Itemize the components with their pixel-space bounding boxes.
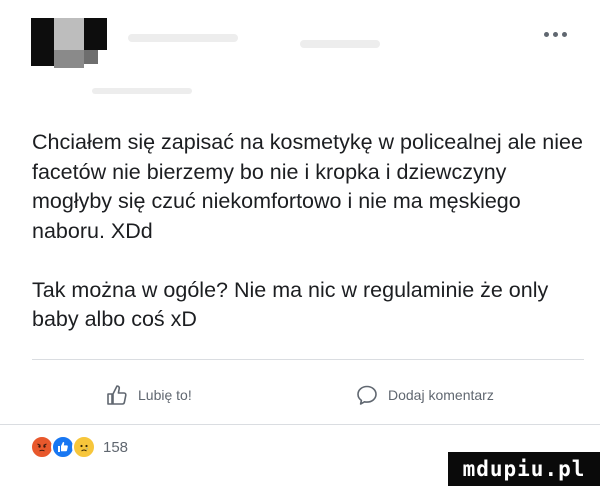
- post-header: [0, 0, 600, 110]
- more-dot: [543, 31, 549, 37]
- comment-label: Dodaj komentarz: [388, 387, 494, 403]
- reactions-summary[interactable]: 158: [30, 435, 128, 459]
- watermark-logo: mdupiu.pl: [448, 452, 600, 486]
- author-name-blurred: [300, 40, 380, 48]
- post-text: Chciałem się zapisać na kosmetykę w poli…: [32, 130, 583, 331]
- avatar-block: [54, 18, 84, 50]
- avatar-block: [84, 18, 107, 50]
- comment-bubble-icon: [356, 384, 378, 406]
- divider: [32, 359, 584, 360]
- avatar-block: [54, 50, 84, 68]
- sad-reaction-icon: [72, 435, 96, 459]
- comment-button[interactable]: Dodaj komentarz: [356, 378, 494, 412]
- like-button[interactable]: Lubię to!: [106, 378, 192, 412]
- more-dot: [552, 31, 558, 37]
- avatar-block: [84, 50, 98, 64]
- post-actions: Lubię to! Dodaj komentarz: [0, 378, 600, 412]
- post-meta-blurred: [92, 88, 192, 94]
- reaction-count: 158: [103, 438, 129, 456]
- like-label: Lubię to!: [138, 387, 192, 403]
- divider: [0, 424, 600, 425]
- author-avatar[interactable]: [31, 18, 107, 70]
- thumbs-up-icon: [106, 384, 128, 406]
- avatar-block: [31, 18, 54, 66]
- more-dot: [561, 31, 567, 37]
- more-options-icon[interactable]: [540, 29, 570, 39]
- author-name-blurred: [128, 34, 238, 42]
